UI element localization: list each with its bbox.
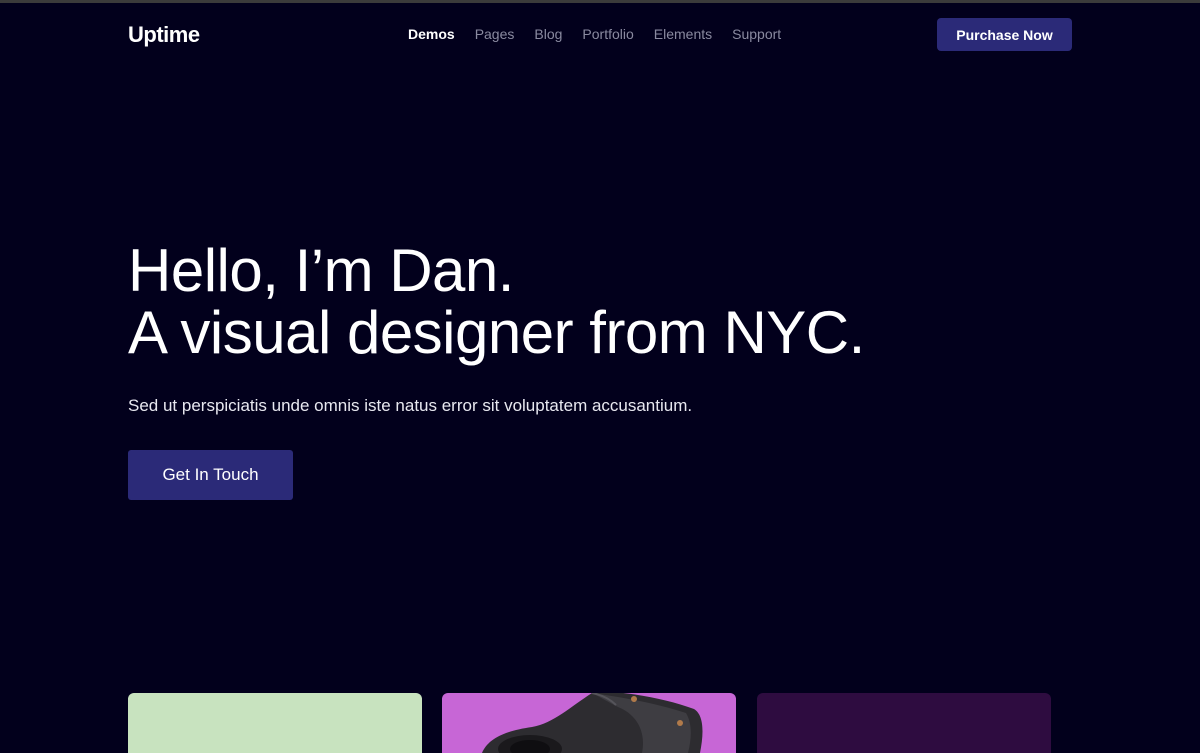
logo[interactable]: Uptime <box>128 22 200 48</box>
portfolio-card-1[interactable] <box>128 693 422 753</box>
hero-title: Hello, I’m Dan. A visual designer from N… <box>128 240 865 364</box>
portfolio-card-2[interactable] <box>442 693 736 753</box>
nav-item-portfolio[interactable]: Portfolio <box>582 26 633 42</box>
portfolio-card-3[interactable] <box>757 693 1051 753</box>
vr-headset-image <box>482 693 703 753</box>
nav-item-elements[interactable]: Elements <box>654 26 712 42</box>
nav-item-demos[interactable]: Demos <box>408 26 455 42</box>
nav-item-pages[interactable]: Pages <box>475 26 515 42</box>
navbar: Uptime Demos Pages Blog Portfolio Elemen… <box>0 3 1200 65</box>
hero-title-line-2: A visual designer from NYC. <box>128 299 865 366</box>
hero-subtitle: Sed ut perspiciatis unde omnis iste natu… <box>128 396 693 415</box>
purchase-now-button[interactable]: Purchase Now <box>937 18 1072 51</box>
main-nav: Demos Pages Blog Portfolio Elements Supp… <box>408 26 781 42</box>
nav-item-support[interactable]: Support <box>732 26 781 42</box>
hero-title-line-1: Hello, I’m Dan. <box>128 237 514 304</box>
nav-item-blog[interactable]: Blog <box>534 26 562 42</box>
get-in-touch-button[interactable]: Get In Touch <box>128 450 293 500</box>
